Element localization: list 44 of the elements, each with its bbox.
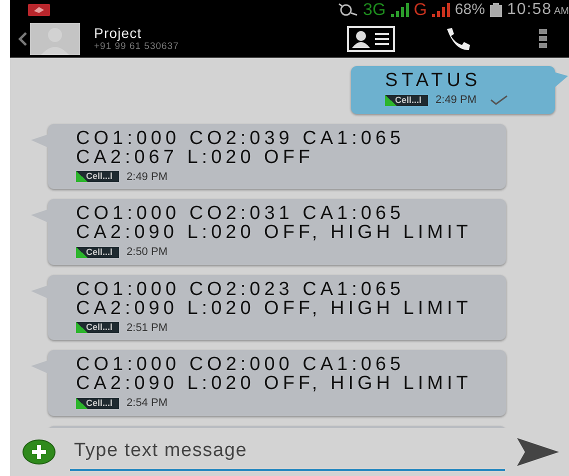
message-text: STATUS xyxy=(385,71,482,90)
message-text: CO1:000 CO2:023 CA1:065 CA2:090 L:020 OFF, HIGH LIMIT xyxy=(76,280,473,318)
message-time: 2:51 PM xyxy=(126,320,168,336)
message-time: 2:49 PM xyxy=(126,170,168,184)
add-icon[interactable] xyxy=(22,439,56,465)
bubble-tail xyxy=(31,134,49,148)
battery-icon xyxy=(490,3,502,17)
received-message-bubble[interactable]: CO1:000 CO2:000 CA1:065 CA2:090 L:020 OFF, HIGH LIMIT Cell...l 2:54 PM xyxy=(48,350,506,416)
message-time: 2:49 PM xyxy=(436,93,476,108)
contact-card-icon[interactable] xyxy=(347,26,395,52)
received-message-bubble[interactable]: CO1:000 CO2:039 CA1:065 CA2:067 L:020 OFF Cell...l 2:49 PM xyxy=(48,124,506,189)
notification-icon xyxy=(28,4,50,16)
signal-icon xyxy=(432,3,450,17)
message-text: CO1:000 CO2:000 CA1:065 CA2:090 L:020 OFF, HIGH LIMIT xyxy=(76,355,473,393)
data-transfer-icon xyxy=(338,2,358,18)
sim-label: Cell...l xyxy=(385,94,428,106)
message-time: 2:50 PM xyxy=(126,245,168,260)
bubble-tail xyxy=(554,72,568,88)
sim-label: Cell...l xyxy=(76,246,119,258)
message-text: CO1:000 CO2:031 CA1:065 CA2:090 L:020 OFF, HIGH LIMIT xyxy=(76,204,473,242)
contact-name: Project xyxy=(94,26,143,40)
message-time: 2:54 PM xyxy=(126,396,168,411)
back-icon[interactable] xyxy=(18,32,28,46)
signal-icon xyxy=(390,3,409,17)
clock-time: 10:58 xyxy=(506,0,552,20)
received-message-bubble[interactable]: CO1:000 CO2:023 CA1:065 CA2:090 L:020 OFF, HIGH LIMIT Cell...l 2:51 PM xyxy=(48,274,506,340)
overflow-menu-icon[interactable] xyxy=(539,28,547,48)
sim-label: Cell...l xyxy=(76,398,119,409)
battery-percentage: 68% xyxy=(454,0,485,20)
phone-number: +91 99 61 530637 xyxy=(94,40,180,52)
bubble-tail xyxy=(31,284,49,298)
message-input[interactable]: Type text message xyxy=(70,432,505,472)
sim-label: Cell...l xyxy=(76,322,119,334)
message-text: CO1:000 CO2:039 CA1:065 CA2:067 L:020 OFF xyxy=(76,128,406,166)
bubble-tail xyxy=(31,209,49,223)
sent-message-bubble[interactable]: STATUS Cell...l 2:49 PM xyxy=(351,66,555,114)
bubble-tail xyxy=(31,360,49,374)
network-type-label: G xyxy=(414,0,427,22)
sim-label: Cell...l xyxy=(76,171,119,182)
send-icon[interactable] xyxy=(517,438,559,466)
clock-meridiem: AM xyxy=(554,5,569,19)
received-message-bubble[interactable]: CO1:000 CO2:031 CA1:065 CA2:090 L:020 OFF, HIGH LIMIT Cell...l 2:50 PM xyxy=(48,199,506,264)
network-type-label: 3G xyxy=(363,0,386,22)
contact-avatar xyxy=(30,22,80,54)
